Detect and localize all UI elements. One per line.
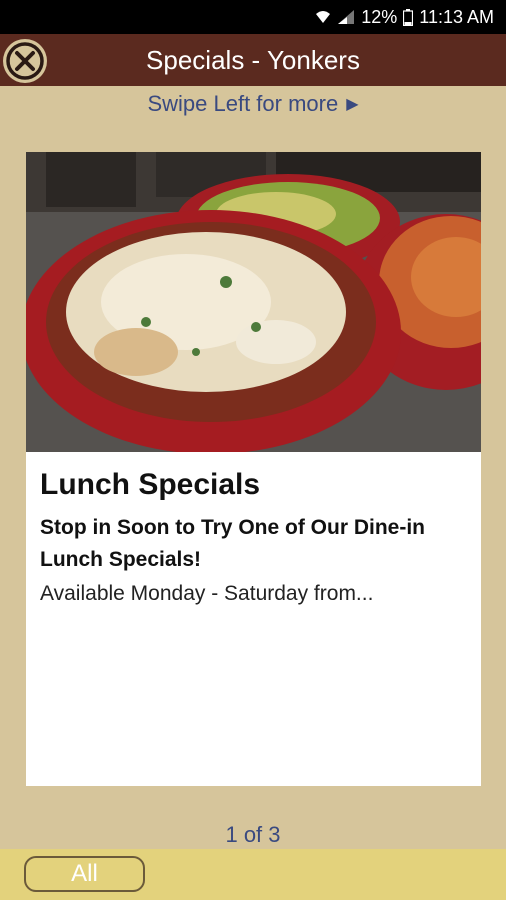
status-bar: 12% 11:13 AM	[0, 0, 506, 34]
special-photo	[26, 152, 481, 452]
all-button[interactable]: All	[24, 856, 145, 892]
swipe-hint-text: Swipe Left for more	[147, 91, 339, 116]
special-description: Available Monday - Saturday from...	[40, 582, 374, 605]
signal-icon	[338, 10, 355, 24]
special-card[interactable]: Lunch Specials Stop in Soon to Try One o…	[26, 152, 481, 786]
special-subtitle: Stop in Soon to Try One of Our Dine-in L…	[40, 516, 425, 571]
status-time: 11:13 AM	[419, 6, 494, 27]
close-circle-icon	[6, 42, 44, 80]
page-indicator: 1 of 3	[225, 822, 281, 847]
wifi-icon	[316, 11, 331, 23]
swipe-hint: Swipe Left for more ▶	[0, 86, 506, 122]
battery-icon	[403, 8, 414, 26]
special-title: Lunch Specials	[40, 468, 261, 501]
page-title: Specials - Yonkers	[146, 44, 360, 75]
bottom-bar: All	[0, 849, 506, 900]
close-button[interactable]	[3, 39, 47, 83]
play-arrow-icon: ▶	[346, 96, 359, 113]
battery-percent: 12%	[361, 6, 398, 27]
app-header: Specials - Yonkers	[0, 34, 506, 86]
